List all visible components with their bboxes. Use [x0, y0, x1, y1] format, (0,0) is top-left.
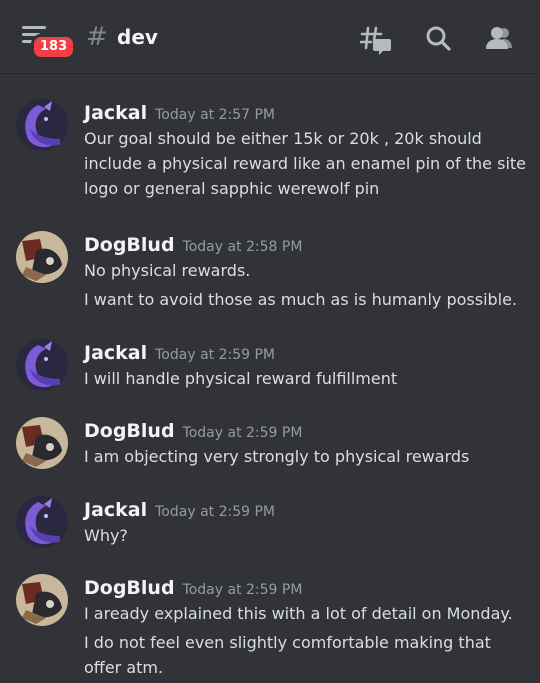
- timestamp: Today at 2:59 PM: [155, 504, 275, 520]
- author-name[interactable]: Jackal: [84, 102, 147, 124]
- timestamp: Today at 2:57 PM: [155, 107, 275, 123]
- notification-badge[interactable]: 183: [31, 34, 77, 60]
- message-text: I am objecting very strongly to physical…: [84, 447, 470, 466]
- message-text: I do not feel even slightly comfortable …: [84, 633, 491, 677]
- avatar[interactable]: [16, 496, 68, 548]
- timestamp: Today at 2:59 PM: [155, 347, 275, 363]
- message-list[interactable]: Jackal Today at 2:57 PM Our goal should b…: [0, 74, 540, 683]
- message-text: Why?: [84, 526, 128, 545]
- author-name[interactable]: Jackal: [84, 342, 147, 364]
- avatar[interactable]: [16, 99, 68, 151]
- author-name[interactable]: DogBlud: [84, 420, 175, 442]
- timestamp: Today at 2:58 PM: [182, 239, 303, 255]
- author-name[interactable]: DogBlud: [84, 234, 175, 256]
- author-name[interactable]: Jackal: [84, 499, 147, 521]
- channel-header: 183 # dev: [0, 0, 540, 74]
- message-text: I will handle physical reward fulfillmen…: [84, 369, 398, 388]
- avatar[interactable]: [16, 339, 68, 391]
- avatar[interactable]: [16, 417, 68, 469]
- members-icon[interactable]: [484, 24, 514, 54]
- timestamp: Today at 2:59 PM: [182, 425, 303, 441]
- avatar[interactable]: [16, 574, 68, 626]
- message-text: Our goal should be either 15k or 20k , 2…: [84, 129, 526, 198]
- channel-name[interactable]: dev: [117, 25, 158, 49]
- message-text: No physical rewards.: [84, 261, 251, 280]
- threads-icon[interactable]: [359, 24, 391, 55]
- author-name[interactable]: DogBlud: [84, 577, 175, 599]
- search-icon[interactable]: [424, 24, 454, 54]
- avatar[interactable]: [16, 231, 68, 283]
- message-text: I want to avoid those as much as is huma…: [84, 290, 518, 309]
- timestamp: Today at 2:59 PM: [182, 582, 303, 598]
- message-text: I aready explained this with a lot of de…: [84, 604, 513, 623]
- channel-hash-icon: #: [86, 22, 108, 52]
